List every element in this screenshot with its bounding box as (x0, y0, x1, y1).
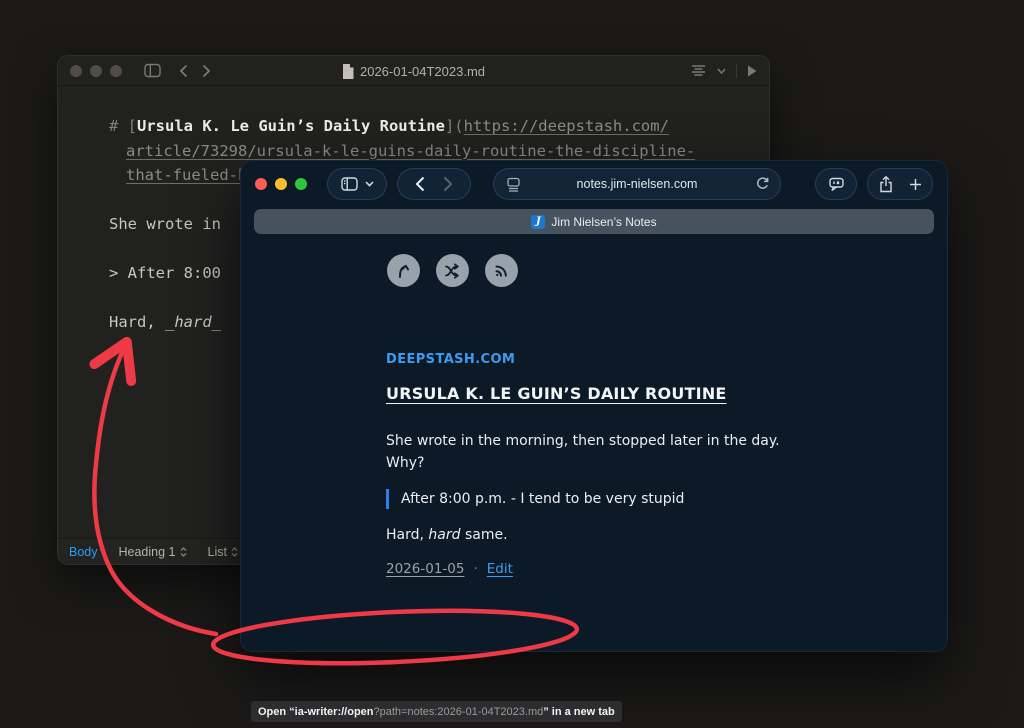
safari-toolbar: notes.jim-nielsen.com (241, 161, 947, 207)
site-favicon: J (531, 215, 545, 229)
markdown-heading-line: # [Ursula K. Le Guin’s Daily Routine](ht… (109, 114, 769, 139)
zoom-button[interactable] (295, 178, 307, 190)
article-paragraph: She wrote in the morning, then stopped l… (386, 430, 826, 474)
separator-dot: · (473, 561, 477, 577)
tab-bar: J Jim Nielsen’s Notes (241, 207, 947, 234)
new-tab-icon[interactable] (909, 178, 922, 191)
format-body-button[interactable]: Body (69, 545, 98, 559)
page-settings-icon[interactable] (506, 177, 521, 192)
article-title-link[interactable]: URSULA K. LE GUIN’S DAILY ROUTINE (386, 384, 727, 403)
extension-icon (828, 177, 845, 192)
chevron-down-icon (365, 181, 374, 187)
chevron-down-icon[interactable] (717, 68, 726, 74)
editor-titlebar: 2026-01-04T2023.md (58, 56, 769, 86)
view-options-icon[interactable] (690, 64, 707, 77)
updown-chevron-icon (180, 547, 187, 557)
close-button[interactable] (70, 65, 82, 77)
back-button[interactable] (415, 176, 425, 192)
sidebar-toggle-icon[interactable] (144, 63, 161, 78)
address-text: notes.jim-nielsen.com (577, 177, 698, 191)
web-content: DEEPSTASH.COM URSULA K. LE GUIN’S DAILY … (241, 234, 947, 651)
address-bar[interactable]: notes.jim-nielsen.com (493, 168, 781, 200)
active-tab[interactable]: J Jim Nielsen’s Notes (254, 209, 934, 234)
preview-play-icon[interactable] (747, 65, 757, 77)
extension-button[interactable] (815, 168, 857, 200)
toolbar-divider (736, 64, 737, 78)
format-list-select[interactable]: List (208, 545, 238, 559)
rss-feed-button[interactable] (485, 254, 518, 287)
sidebar-icon (341, 177, 358, 191)
zoom-button[interactable] (110, 65, 122, 77)
action-buttons (867, 168, 933, 200)
format-heading-select[interactable]: Heading 1 (119, 545, 187, 559)
refresh-icon[interactable] (756, 177, 769, 191)
nav-buttons (397, 168, 471, 200)
safari-window: notes.jim-nielsen.com J (240, 160, 948, 652)
tab-title: Jim Nielsen’s Notes (551, 215, 656, 229)
document-icon (342, 64, 354, 79)
updown-chevron-icon (231, 547, 238, 557)
article-paragraph: Hard, hard same. (386, 524, 826, 546)
source-site-label: DEEPSTASH.COM (386, 352, 826, 367)
share-icon[interactable] (879, 176, 893, 193)
sidebar-button[interactable] (327, 168, 387, 200)
back-icon[interactable] (179, 64, 188, 78)
article-blockquote: After 8:00 p.m. - I tend to be very stup… (386, 489, 826, 509)
back-to-top-button[interactable] (387, 254, 420, 287)
random-post-button[interactable] (436, 254, 469, 287)
edit-link[interactable]: Edit (487, 561, 513, 577)
window-title: 2026-01-04T2023.md (360, 64, 485, 79)
minimize-button[interactable] (275, 178, 287, 190)
link-status-bar: Open “ia-writer://open?path=notes:2026-0… (251, 701, 622, 722)
forward-button[interactable] (443, 176, 453, 192)
forward-icon[interactable] (202, 64, 211, 78)
minimize-button[interactable] (90, 65, 102, 77)
close-button[interactable] (255, 178, 267, 190)
post-date-link[interactable]: 2026-01-05 (386, 561, 464, 577)
